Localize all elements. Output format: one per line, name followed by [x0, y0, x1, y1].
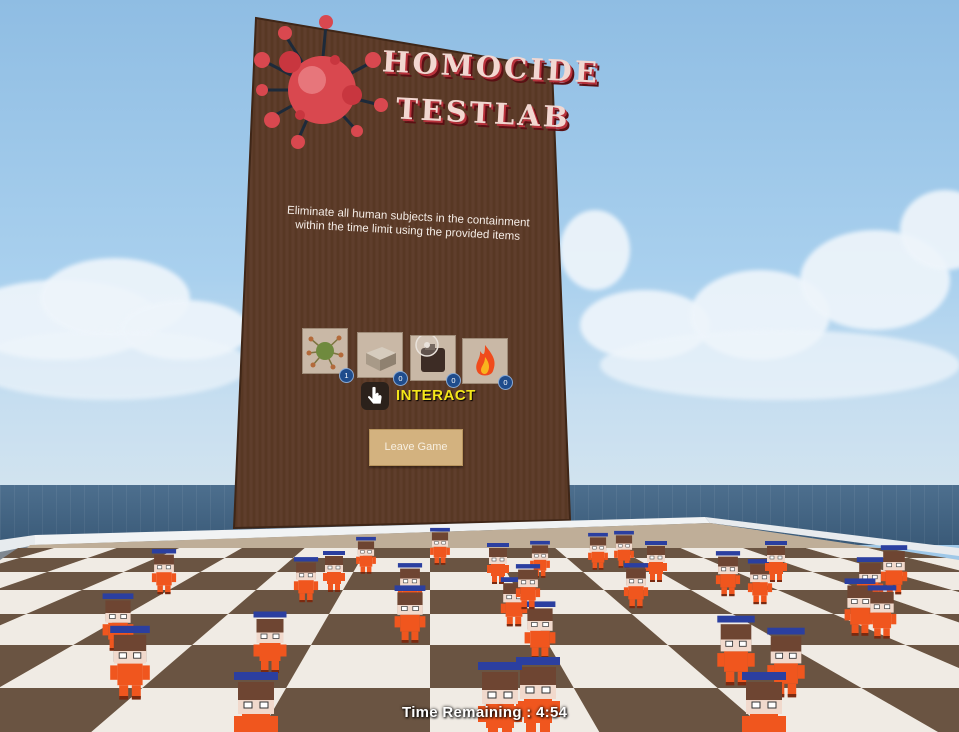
test-subject[interactable] [110, 625, 150, 700]
test-subject[interactable] [151, 549, 177, 595]
test-subject[interactable] [234, 672, 278, 732]
test-subject[interactable] [323, 551, 345, 592]
npc-layer [102, 527, 908, 732]
test-subject[interactable] [478, 662, 522, 732]
test-subject[interactable] [588, 532, 608, 570]
test-subject[interactable] [293, 557, 319, 603]
test-subject[interactable] [430, 527, 450, 565]
test-subject[interactable] [394, 585, 426, 643]
time-remaining-text: Time Remaining : 4:54 [402, 704, 568, 721]
test-subject[interactable] [253, 611, 287, 674]
test-subject[interactable] [715, 551, 741, 597]
test-subject[interactable] [524, 601, 556, 659]
game-viewport[interactable]: HOMOCIDE TESTLAB Eliminate all human sub… [0, 0, 959, 732]
test-subject[interactable] [867, 585, 897, 639]
test-subject[interactable] [356, 536, 376, 574]
test-subject[interactable] [645, 541, 667, 582]
test-subject[interactable] [614, 530, 634, 568]
test-subject[interactable] [623, 563, 649, 609]
